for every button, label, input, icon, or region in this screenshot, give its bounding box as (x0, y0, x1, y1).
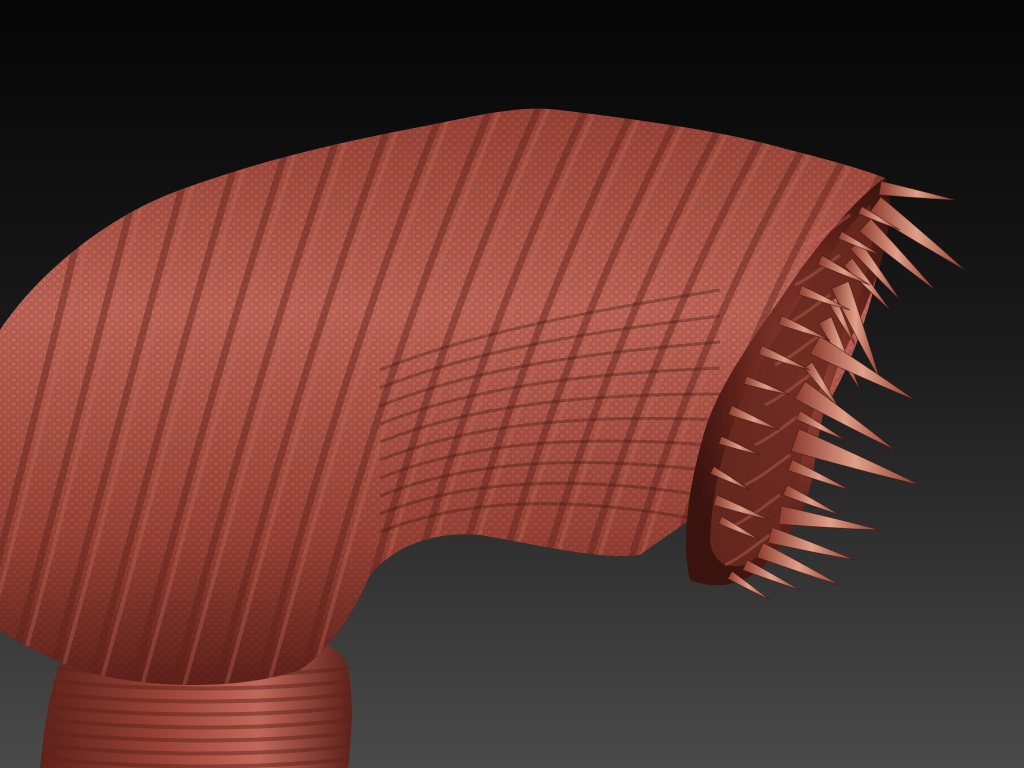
render-viewport (0, 0, 1024, 768)
sculpt-render-canvas (0, 0, 1024, 768)
